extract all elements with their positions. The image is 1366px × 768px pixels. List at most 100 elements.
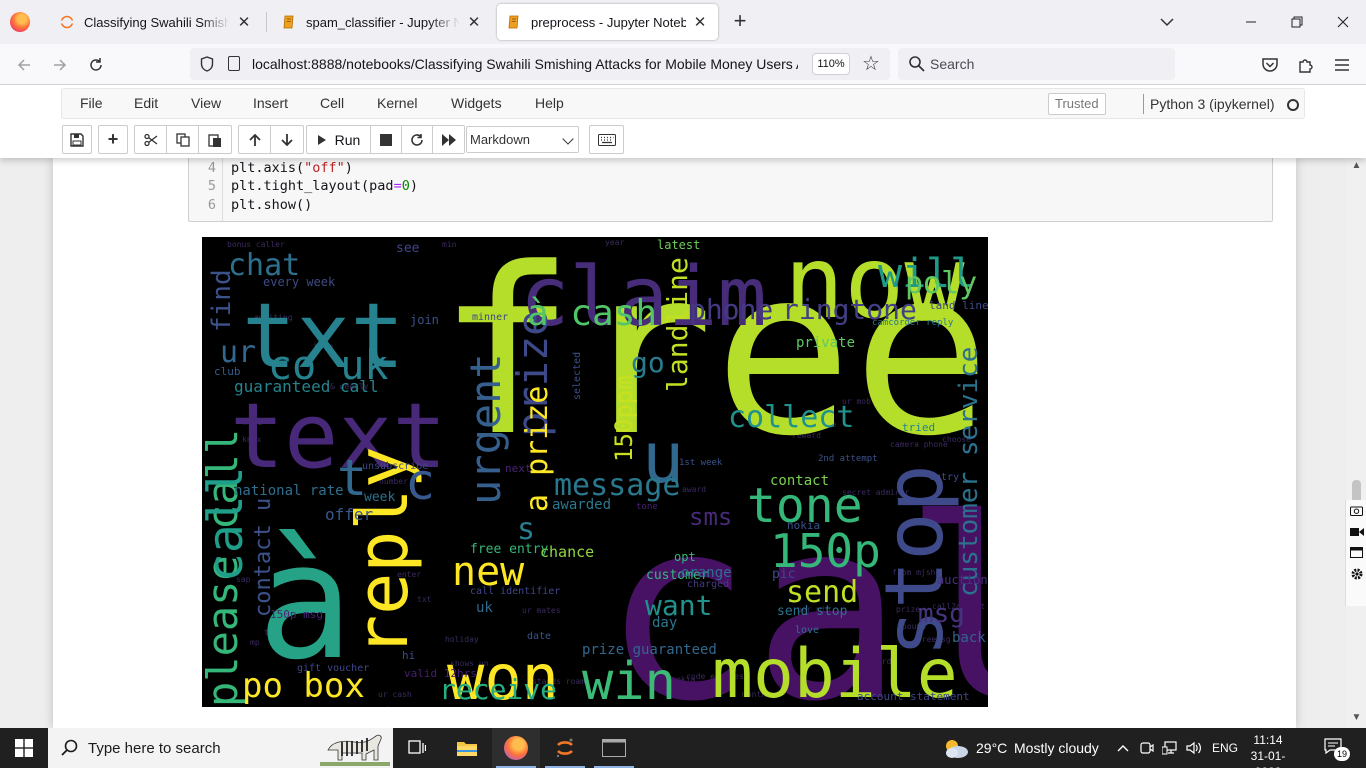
paste-button[interactable] [199,126,231,153]
hamburger-menu-icon[interactable] [1331,54,1353,76]
interrupt-button[interactable] [371,126,402,153]
fast-forward-icon [441,133,456,146]
show-hidden-icons-chevron-icon[interactable] [1115,739,1131,757]
url-text[interactable]: localhost:8888/notebooks/Classifying Swa… [252,56,798,72]
input-language[interactable]: ENG [1212,741,1238,755]
wordcloud-word: private [796,335,855,351]
wordcloud-word: free entry [470,542,548,557]
menu-insert[interactable]: Insert [253,95,288,111]
move-up-button[interactable] [239,126,271,153]
copy-button[interactable] [167,126,199,153]
menu-file[interactable]: File [80,95,103,111]
restart-icon [411,133,423,146]
weather-cloud-sun-icon[interactable] [942,737,970,759]
run-label: Run [334,131,361,148]
minimize-icon[interactable] [1228,0,1274,44]
wordcloud-word: landline [661,257,694,392]
menu-widgets[interactable]: Widgets [451,95,502,111]
bookmark-star-icon[interactable]: ☆ [862,51,880,76]
jupyter-header: File Edit View Insert Cell Kernel Widget… [0,85,1366,158]
vertical-scrollbar[interactable]: ▲ ▼ [1347,158,1366,728]
reload-icon[interactable] [85,54,107,76]
meet-now-icon[interactable] [1139,739,1155,757]
arrow-down-icon [281,133,293,146]
tab-close-icon[interactable]: ✕ [692,13,708,31]
wordcloud-word: back [952,630,986,646]
wordcloud-word: latest [657,238,700,252]
run-button[interactable]: Run [307,126,371,153]
tracking-shield-icon[interactable] [200,56,214,72]
save-button[interactable] [62,125,92,154]
menu-view[interactable]: View [191,95,221,111]
scroll-down-arrow-icon[interactable]: ▼ [1350,712,1363,725]
tab-title: spam_classifier - Jupyter Noteb [306,14,460,30]
run-button-group: Run [306,125,465,154]
firefox-taskbar-icon[interactable] [492,728,540,768]
forward-arrow-icon[interactable] [49,54,71,76]
play-icon [317,134,326,145]
cell-type-select[interactable]: Markdown [466,126,579,153]
command-palette-button[interactable] [589,125,624,154]
browser-tab-strip: Classifying Swahili Smishing Att ✕ spam_… [0,0,1366,44]
pocket-icon[interactable] [1259,54,1281,76]
notebook-page: 4 5 6 plt.axis("off") plt.tight_layout(p… [53,158,1296,728]
video-camera-icon[interactable] [1346,521,1366,542]
new-tab-plus-icon[interactable]: + [729,10,751,34]
tab-preprocess[interactable]: preprocess - Jupyter Notebook ✕ [497,4,718,40]
settings-gear-icon[interactable] [1346,563,1366,584]
terminal-taskbar-icon[interactable] [590,728,638,768]
weather-description[interactable]: Mostly cloudy [1014,740,1099,756]
taskbar-search-box[interactable]: Type here to search [48,728,393,768]
web-search-bar[interactable]: Search [898,48,1175,80]
menu-cell[interactable]: Cell [320,95,344,111]
wordcloud-canvas: min yearbonus callervaluedawaitingbabe& w… [202,237,988,707]
code-cell[interactable]: 4 5 6 plt.axis("off") plt.tight_layout(p… [188,158,1273,222]
tab-close-icon[interactable]: ✕ [236,13,252,31]
insert-cell-button[interactable]: + [98,125,128,154]
menu-edit[interactable]: Edit [134,95,158,111]
wordcloud-word: 2nd attempt [818,454,878,464]
file-explorer-icon[interactable] [443,728,491,768]
cut-button[interactable] [135,126,167,153]
tab-classifying-swahili[interactable]: Classifying Swahili Smishing Att ✕ [50,4,262,40]
menu-kernel[interactable]: Kernel [377,95,417,111]
system-clock[interactable]: 11:14 31-01-2023 [1243,732,1293,768]
tab-close-icon[interactable]: ✕ [466,13,482,31]
wordcloud-word: guaranteed call [234,377,379,396]
kernel-name[interactable]: Python 3 (ipykernel) [1150,96,1275,112]
code-text: plt.axis( [231,160,305,176]
windows-start-icon[interactable] [0,728,48,768]
back-arrow-icon[interactable] [13,54,35,76]
weather-temperature[interactable]: 29°C [976,740,1007,756]
trusted-indicator[interactable]: Trusted [1048,93,1106,115]
tab-spam-classifier[interactable]: spam_classifier - Jupyter Noteb ✕ [272,4,492,40]
scroll-up-arrow-icon[interactable]: ▲ [1350,160,1363,173]
tab-title: Classifying Swahili Smishing Att [84,14,230,30]
wordcloud-filler-word: ur mates [522,606,561,615]
menu-help[interactable]: Help [535,95,564,111]
page-info-icon[interactable] [228,56,240,71]
wordcloud-word: awarded [552,497,611,513]
network-icon[interactable] [1162,739,1178,757]
notification-center-icon[interactable]: 19 [1324,738,1350,761]
volume-speaker-icon[interactable] [1186,739,1202,757]
notebook-scroll-area: 4 5 6 plt.axis("off") plt.tight_layout(p… [0,158,1366,728]
floppy-disk-icon [70,132,84,147]
wordcloud-word: love [795,625,819,636]
extensions-puzzle-icon[interactable] [1295,54,1317,76]
restore-icon[interactable] [1274,0,1320,44]
move-down-button[interactable] [271,126,303,153]
window-icon[interactable] [1346,542,1366,563]
close-window-icon[interactable] [1320,0,1366,44]
camera-icon[interactable] [1346,500,1366,521]
zoom-level-badge[interactable]: 110% [812,53,850,75]
wordcloud-word: nokia [787,519,820,532]
task-view-icon[interactable] [393,728,441,768]
url-bar[interactable]: localhost:8888/notebooks/Classifying Swa… [190,48,890,80]
stop-square-icon [380,133,392,146]
firefox-menu-icon[interactable] [10,12,30,32]
restart-kernel-button[interactable] [402,126,433,153]
restart-run-all-button[interactable] [433,126,464,153]
jupyter-taskbar-icon[interactable] [541,728,589,768]
list-all-tabs-chevron-icon[interactable] [1158,13,1176,31]
